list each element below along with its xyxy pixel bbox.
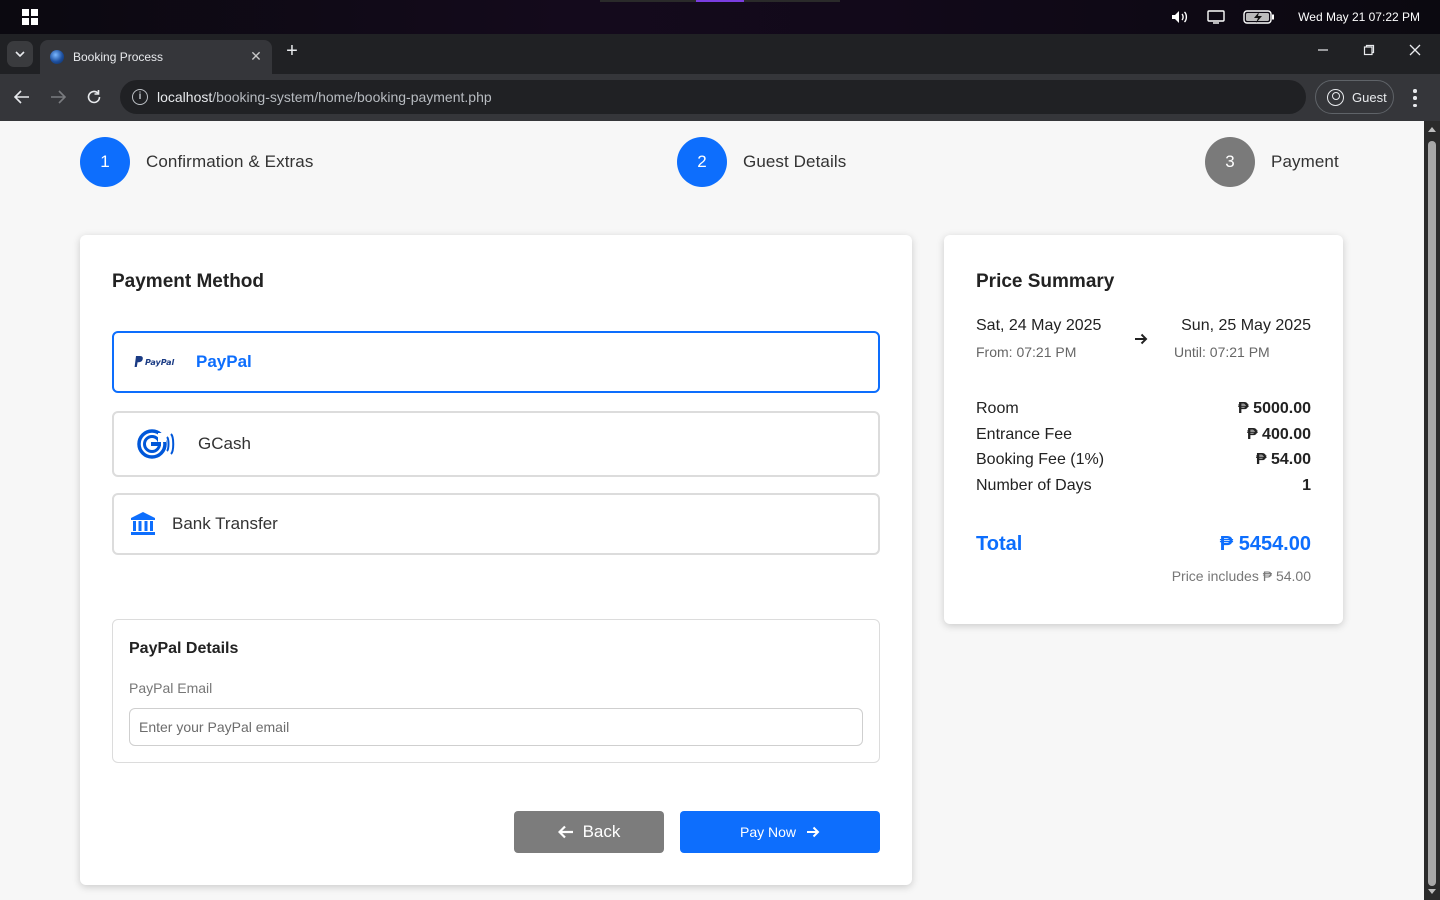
- back-button[interactable]: Back: [514, 811, 664, 853]
- paypal-details-title: PayPal Details: [129, 640, 239, 657]
- volume-icon[interactable]: [1170, 9, 1190, 25]
- arrow-left-icon: [557, 825, 573, 839]
- price-line: Entrance Fee ₱ 400.00: [976, 426, 1311, 444]
- browser-toolbar: i localhost/booking-system/home/booking-…: [0, 74, 1440, 121]
- payment-option-label: GCash: [198, 434, 251, 453]
- chevron-down-icon: [15, 51, 25, 57]
- os-taskbar: Wed May 21 07:22 PM: [0, 0, 1440, 34]
- step-3: 3 Payment: [1205, 137, 1339, 187]
- profile-button[interactable]: Guest: [1315, 80, 1394, 114]
- profile-label: Guest: [1352, 89, 1387, 105]
- page-scrollbar[interactable]: [1424, 121, 1440, 900]
- checkout-date: Sun, 25 May 2025: [1181, 317, 1311, 334]
- step-2: 2 Guest Details: [677, 137, 846, 187]
- restore-icon[interactable]: [1362, 44, 1376, 58]
- address-bar[interactable]: i localhost/booking-system/home/booking-…: [120, 80, 1306, 114]
- step-number: 2: [677, 137, 727, 187]
- os-clock[interactable]: Wed May 21 07:22 PM: [1298, 10, 1420, 24]
- payment-method-card: Payment Method PayPal PayPal GCash Bank …: [80, 235, 912, 885]
- display-icon[interactable]: [1206, 9, 1226, 25]
- site-favicon-icon: [50, 50, 64, 64]
- total-value: ₱ 5454.00: [1219, 533, 1311, 555]
- price-line-label: Booking Fee (1%): [976, 451, 1105, 468]
- checkout-time: Until: 07:21 PM: [1174, 344, 1270, 360]
- browser-menu-icon[interactable]: [1413, 89, 1417, 107]
- step-label: Guest Details: [743, 152, 847, 171]
- scrollbar-thumb[interactable]: [1428, 141, 1436, 886]
- payment-option-label: Bank Transfer: [172, 514, 278, 533]
- total-label: Total: [976, 533, 1023, 555]
- paypal-email-input[interactable]: [129, 708, 863, 746]
- forward-nav-icon[interactable]: [48, 87, 68, 107]
- payment-option-gcash[interactable]: GCash: [112, 411, 880, 477]
- tab-search-button[interactable]: [7, 41, 33, 67]
- paypal-email-label: PayPal Email: [129, 680, 213, 696]
- new-tab-button[interactable]: +: [283, 41, 301, 61]
- step-label: Payment: [1271, 152, 1339, 171]
- paypal-details-section: PayPal Details PayPal Email: [112, 619, 880, 763]
- step-label: Confirmation & Extras: [146, 152, 314, 171]
- gcash-logo-icon: [136, 428, 198, 460]
- url-path: /booking-system/home/booking-payment.php: [212, 89, 492, 105]
- arrow-right-icon: [807, 826, 820, 838]
- battery-icon[interactable]: [1242, 9, 1276, 25]
- checkin-time: From: 07:21 PM: [976, 344, 1077, 360]
- pay-now-button[interactable]: Pay Now: [680, 811, 880, 853]
- site-info-icon[interactable]: i: [132, 89, 148, 105]
- bank-icon: [130, 512, 172, 536]
- price-line: Booking Fee (1%) ₱ 54.00: [976, 451, 1311, 469]
- close-tab-icon[interactable]: ✕: [249, 49, 263, 63]
- price-line-value: ₱ 54.00: [1255, 451, 1311, 468]
- price-note: Price includes ₱ 54.00: [1171, 568, 1311, 584]
- browser-tab-strip: Booking Process ✕ +: [0, 34, 1440, 74]
- back-button-label: Back: [582, 822, 621, 841]
- back-nav-icon[interactable]: [12, 87, 32, 107]
- payment-option-bank-transfer[interactable]: Bank Transfer: [112, 493, 880, 555]
- arrow-right-icon: [1135, 333, 1148, 345]
- price-summary-title: Price Summary: [976, 271, 1115, 292]
- price-summary-card: Price Summary Sat, 24 May 2025 From: 07:…: [944, 235, 1343, 624]
- paypal-logo-text: PayPal: [145, 358, 174, 367]
- windows-start-icon[interactable]: [22, 9, 38, 25]
- price-line-label: Entrance Fee: [976, 426, 1073, 443]
- price-line-value: ₱ 5000.00: [1238, 400, 1311, 417]
- close-window-icon[interactable]: [1408, 44, 1422, 58]
- payment-option-paypal[interactable]: PayPal PayPal: [112, 331, 880, 393]
- price-line: Room ₱ 5000.00: [976, 400, 1311, 418]
- url-host: localhost: [157, 89, 213, 105]
- payment-option-label: PayPal: [196, 352, 252, 371]
- price-line-value: 1: [1302, 477, 1311, 494]
- checkin-date: Sat, 24 May 2025: [976, 317, 1102, 334]
- step-1: 1 Confirmation & Extras: [80, 137, 313, 187]
- pay-now-label: Pay Now: [739, 824, 797, 840]
- total-row: Total ₱ 5454.00: [976, 533, 1311, 556]
- price-line: Number of Days 1: [976, 477, 1311, 495]
- minimize-icon[interactable]: [1316, 44, 1330, 58]
- scroll-up-icon[interactable]: [1428, 127, 1436, 132]
- price-line-value: ₱ 400.00: [1246, 426, 1311, 443]
- page-content: 1 Confirmation & Extras 2 Guest Details …: [0, 121, 1424, 900]
- step-number: 3: [1205, 137, 1255, 187]
- step-number: 1: [80, 137, 130, 187]
- price-line-label: Room: [976, 400, 1019, 417]
- scroll-down-icon[interactable]: [1428, 889, 1436, 894]
- profile-icon: [1327, 88, 1344, 106]
- reload-icon[interactable]: [84, 87, 104, 107]
- price-line-label: Number of Days: [976, 477, 1092, 494]
- tab-title: Booking Process: [73, 50, 164, 64]
- paypal-logo-icon: PayPal: [134, 355, 196, 369]
- browser-tab[interactable]: Booking Process ✕: [40, 40, 272, 74]
- payment-method-title: Payment Method: [112, 271, 265, 292]
